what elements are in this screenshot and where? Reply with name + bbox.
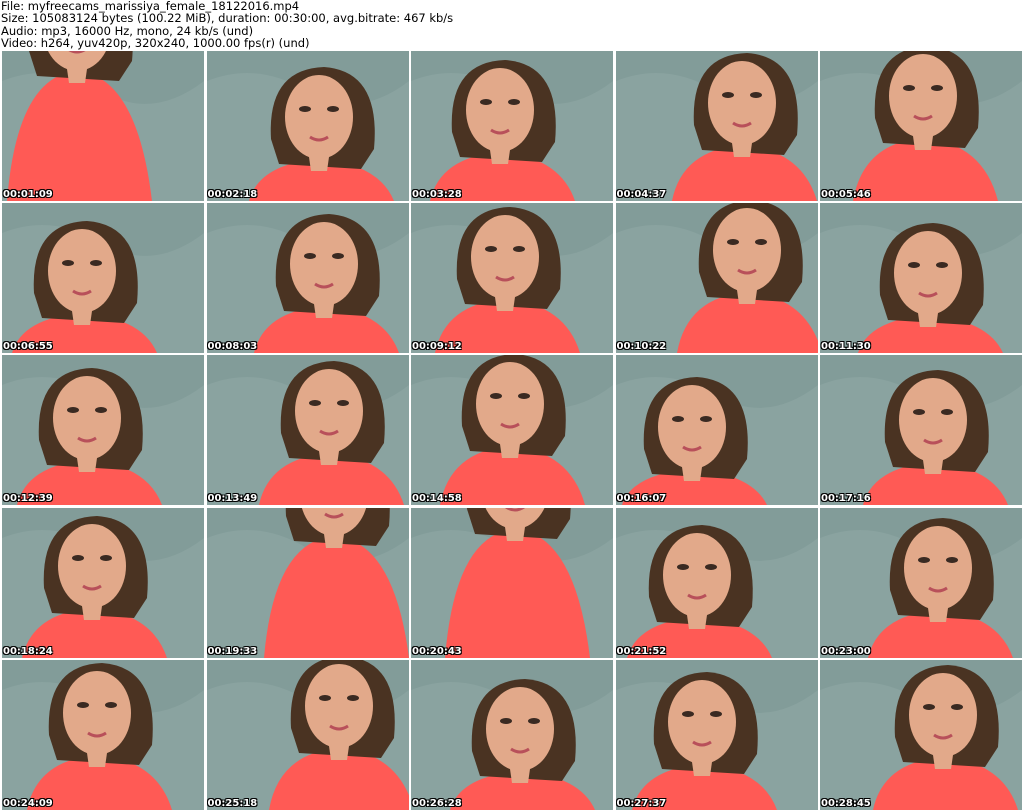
video-info-line: Video: h264, yuv420p, 320x240, 1000.00 f…: [1, 36, 310, 51]
video-thumbnail[interactable]: 00:24:09: [2, 659, 204, 810]
video-thumbnail[interactable]: 00:11:30: [820, 203, 1022, 354]
video-frame-illustration: [206, 507, 409, 658]
video-thumbnail[interactable]: 00:04:37: [615, 51, 818, 201]
video-frame-illustration: [2, 355, 204, 506]
thumbnail-timestamp: 00:26:28: [412, 797, 462, 809]
video-thumbnail[interactable]: 00:01:09: [2, 51, 204, 201]
thumbnail-timestamp: 00:04:37: [616, 189, 667, 200]
video-thumbnail[interactable]: 00:05:46: [820, 51, 1022, 201]
video-frame-illustration: [820, 355, 1022, 506]
video-thumbnail[interactable]: 00:08:03: [206, 203, 409, 354]
thumbnail-timestamp: 00:21:52: [616, 645, 667, 657]
video-thumbnail[interactable]: 00:28:45: [820, 659, 1022, 810]
thumbnail-timestamp: 00:17:16: [821, 493, 871, 505]
video-frame-illustration: [411, 507, 613, 658]
thumbnail-timestamp: 00:23:00: [821, 645, 871, 657]
video-frame-illustration: [820, 507, 1022, 658]
video-frame-illustration: [820, 203, 1022, 354]
video-frame-illustration: [411, 51, 613, 201]
video-frame-illustration: [615, 659, 818, 810]
video-frame-illustration: [820, 51, 1022, 201]
thumbnail-timestamp: 00:01:09: [3, 189, 53, 200]
thumbnail-timestamp: 00:10:22: [616, 341, 667, 353]
video-thumbnail[interactable]: 00:02:18: [206, 51, 409, 201]
thumbnail-grid: 00:01:09 00:02:18 00:03:28 00:04:37 00:0…: [2, 51, 1022, 810]
video-thumbnail[interactable]: 00:12:39: [2, 355, 204, 506]
video-frame-illustration: [206, 355, 409, 506]
thumbnail-timestamp: 00:19:33: [207, 645, 258, 657]
video-frame-illustration: [2, 507, 204, 658]
video-frame-illustration: [820, 659, 1022, 810]
video-thumbnail[interactable]: 00:09:12: [411, 203, 613, 354]
video-thumbnail[interactable]: 00:18:24: [2, 507, 204, 658]
video-frame-illustration: [206, 51, 409, 201]
thumbnail-timestamp: 00:20:43: [412, 645, 462, 657]
thumbnail-timestamp: 00:27:37: [616, 797, 667, 809]
video-frame-illustration: [2, 203, 204, 354]
video-frame-illustration: [411, 659, 613, 810]
thumbnail-timestamp: 00:28:45: [821, 797, 871, 809]
thumbnail-timestamp: 00:08:03: [207, 341, 258, 353]
thumbnail-timestamp: 00:12:39: [3, 493, 53, 505]
thumbnail-timestamp: 00:14:58: [412, 493, 462, 505]
thumbnail-timestamp: 00:09:12: [412, 341, 462, 353]
video-thumbnail[interactable]: 00:25:18: [206, 659, 409, 810]
video-thumbnail[interactable]: 00:17:16: [820, 355, 1022, 506]
thumbnail-timestamp: 00:24:09: [3, 797, 53, 809]
video-frame-illustration: [206, 659, 409, 810]
file-size-line: Size: 105083124 bytes (100.22 MiB), dura…: [1, 11, 454, 26]
thumbnail-timestamp: 00:05:46: [821, 189, 871, 200]
video-thumbnail[interactable]: 00:21:52: [615, 507, 818, 658]
video-frame-illustration: [411, 203, 613, 354]
video-frame-illustration: [206, 203, 409, 354]
video-frame-illustration: [411, 355, 613, 506]
video-thumbnail[interactable]: 00:19:33: [206, 507, 409, 658]
thumbnail-timestamp: 00:25:18: [207, 797, 258, 809]
video-frame-illustration: [2, 659, 204, 810]
video-frame-illustration: [615, 51, 818, 201]
thumbnail-timestamp: 00:02:18: [207, 189, 258, 200]
thumbnail-timestamp: 00:03:28: [412, 189, 462, 200]
video-frame-illustration: [615, 355, 818, 506]
video-thumbnail[interactable]: 00:26:28: [411, 659, 613, 810]
video-thumbnail[interactable]: 00:27:37: [615, 659, 818, 810]
video-thumbnail[interactable]: 00:14:58: [411, 355, 613, 506]
file-info-header: File: myfreecams_marissiya_female_181220…: [1, 0, 1021, 50]
video-thumbnail[interactable]: 00:20:43: [411, 507, 613, 658]
video-thumbnail[interactable]: 00:23:00: [820, 507, 1022, 658]
thumbnail-timestamp: 00:16:07: [616, 493, 667, 505]
video-thumbnail[interactable]: 00:06:55: [2, 203, 204, 354]
video-thumbnail[interactable]: 00:13:49: [206, 355, 409, 506]
thumbnail-timestamp: 00:13:49: [207, 493, 258, 505]
video-frame-illustration: [615, 507, 818, 658]
video-frame-illustration: [615, 203, 818, 354]
thumbnail-timestamp: 00:11:30: [821, 341, 871, 353]
video-thumbnail[interactable]: 00:16:07: [615, 355, 818, 506]
video-thumbnail[interactable]: 00:10:22: [615, 203, 818, 354]
thumbnail-timestamp: 00:06:55: [3, 341, 53, 353]
video-frame-illustration: [2, 51, 204, 201]
video-thumbnail[interactable]: 00:03:28: [411, 51, 613, 201]
thumbnail-timestamp: 00:18:24: [3, 645, 53, 657]
